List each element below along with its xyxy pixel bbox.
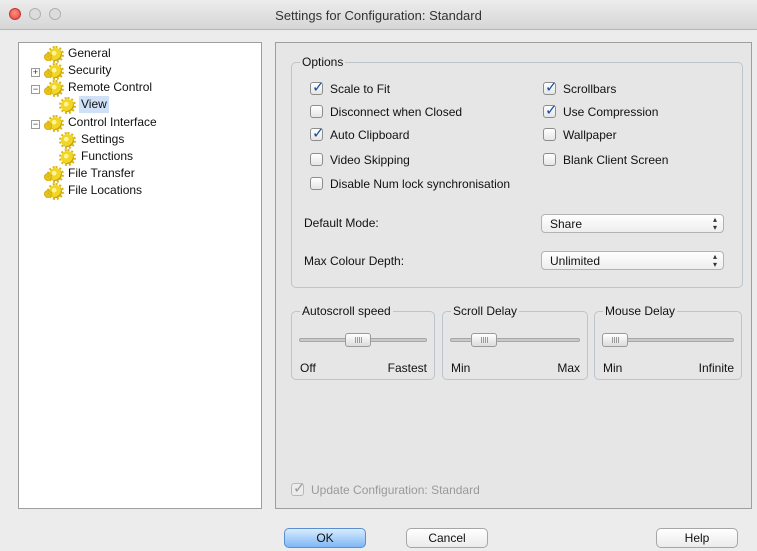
default-mode-value: Share	[550, 217, 583, 231]
tree-item-label: Functions	[81, 149, 134, 163]
checkbox-box[interactable]	[310, 177, 323, 190]
default-mode-label: Default Mode:	[304, 216, 379, 230]
checkbox-box: ✓	[291, 480, 306, 497]
checkbox-box[interactable]: ✓	[543, 80, 558, 96]
checkbox-label: Auto Clipboard	[330, 128, 410, 142]
select-arrows-icon: ▴ ▾	[712, 251, 717, 269]
scroll-delay-thumb[interactable]	[470, 333, 497, 347]
help-button[interactable]: Help	[656, 528, 738, 548]
window-title: Settings for Configuration: Standard	[275, 8, 482, 23]
gear-icon	[59, 149, 76, 166]
cancel-button[interactable]: Cancel	[406, 528, 488, 548]
checkbox-label: Video Skipping	[330, 153, 410, 167]
autoscroll-max-label: Fastest	[387, 361, 427, 375]
default-mode-select[interactable]: Share ▴ ▾	[541, 214, 724, 233]
scroll-delay-min-label: Min	[451, 361, 471, 375]
gear-icon	[44, 115, 64, 132]
checkbox-box[interactable]	[543, 128, 556, 141]
tree-item-label: File Locations	[68, 183, 143, 197]
scroll-delay-track[interactable]	[450, 338, 580, 342]
checkbox-label: Update Configuration: Standard	[311, 483, 480, 497]
scroll-delay-group: Scroll Delay Min Max	[442, 303, 588, 380]
autoscroll-speed-thumb[interactable]	[344, 333, 371, 347]
tree-item-label: File Transfer	[68, 166, 135, 180]
gear-icon	[44, 46, 64, 63]
gear-icon	[44, 183, 64, 200]
scroll-delay-max-label: Max	[557, 361, 580, 375]
gear-icon	[44, 80, 64, 97]
checkbox-box[interactable]: ✓	[310, 80, 325, 96]
select-arrows-icon: ▴ ▾	[712, 214, 717, 232]
settings-panel: Options ✓ Scale to Fit ✓ Scrollbars Disc…	[275, 42, 752, 509]
expand-security-toggle[interactable]: +	[31, 68, 40, 77]
tree-item-label: Settings	[81, 132, 125, 146]
scroll-delay-title: Scroll Delay	[451, 303, 520, 319]
mouse-delay-max-label: Infinite	[698, 361, 734, 375]
max-colour-depth-select[interactable]: Unlimited ▴ ▾	[541, 251, 724, 270]
checkbox-label: Blank Client Screen	[563, 153, 669, 167]
mouse-delay-title: Mouse Delay	[603, 303, 678, 319]
checkbox-label: Use Compression	[563, 105, 659, 119]
gear-icon	[44, 166, 64, 183]
gear-icon	[59, 97, 76, 114]
checkbox-label: Wallpaper	[563, 128, 617, 142]
autoscroll-speed-title: Autoscroll speed	[300, 303, 393, 319]
collapse-control-interface-toggle[interactable]: −	[31, 120, 40, 129]
tree-item-label: Control Interface	[68, 115, 157, 129]
tree-item-label: General	[68, 46, 111, 60]
options-group: Options ✓ Scale to Fit ✓ Scrollbars Disc…	[291, 54, 743, 288]
ok-button[interactable]: OK	[284, 528, 366, 548]
checkbox-box[interactable]	[543, 153, 556, 166]
gear-icon	[44, 63, 64, 80]
checkbox-box[interactable]	[310, 153, 323, 166]
mouse-delay-group: Mouse Delay Min Infinite	[594, 303, 742, 380]
tree-item-label: View	[79, 96, 109, 113]
checkbox-box[interactable]	[310, 105, 323, 118]
mouse-delay-thumb[interactable]	[602, 333, 628, 347]
checkbox-label: Disable Num lock synchronisation	[330, 177, 511, 191]
max-colour-depth-value: Unlimited	[550, 254, 601, 268]
title-bar: Settings for Configuration: Standard	[0, 0, 757, 30]
gear-icon	[59, 132, 76, 149]
max-colour-depth-label: Max Colour Depth:	[304, 254, 405, 268]
settings-tree[interactable]: General + Security − Remote Control View…	[18, 42, 262, 509]
tree-item-label: Remote Control	[68, 80, 153, 94]
mouse-delay-min-label: Min	[603, 361, 623, 375]
collapse-remote-control-toggle[interactable]: −	[31, 85, 40, 94]
checkbox-box[interactable]: ✓	[543, 103, 558, 119]
checkbox-box[interactable]: ✓	[310, 126, 325, 142]
autoscroll-speed-group: Autoscroll speed Off Fastest	[291, 303, 435, 380]
checkbox-label: Scale to Fit	[330, 82, 391, 96]
checkbox-label: Disconnect when Closed	[330, 105, 463, 119]
options-group-title: Options	[300, 54, 346, 70]
checkbox-label: Scrollbars	[563, 82, 617, 96]
tree-item-label: Security	[68, 63, 112, 77]
autoscroll-min-label: Off	[300, 361, 316, 375]
